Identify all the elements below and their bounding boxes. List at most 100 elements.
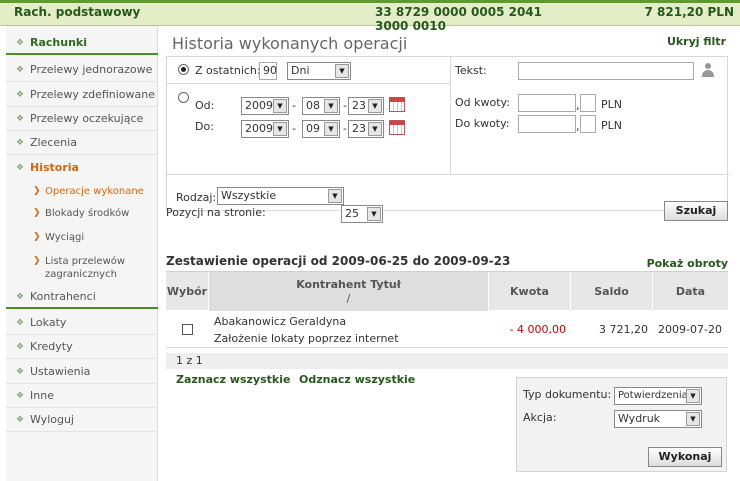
per-page-select[interactable]: 25 ▼	[341, 205, 383, 223]
currency-label: PLN	[601, 98, 622, 111]
triangle-down-icon: ▼	[686, 412, 700, 426]
date-separator: -	[292, 122, 296, 135]
account-type[interactable]: Rach. podstawowy	[14, 5, 140, 19]
header-strip	[0, 0, 740, 3]
amount-to-whole-input[interactable]	[518, 115, 576, 133]
amount-to-label: Do kwoty:	[455, 117, 510, 130]
text-label: Tekst:	[455, 64, 487, 77]
row-amount: - 4 000,00	[509, 323, 566, 336]
table-row[interactable]: Abakanowicz Geraldyna Założenie lokaty p…	[166, 310, 728, 348]
action-select[interactable]: Wydruk ▼	[614, 410, 702, 428]
select-all-link[interactable]: Zaznacz wszystkie	[176, 373, 290, 386]
sidebar-item-label: Inne	[30, 389, 54, 402]
account-header: Rach. podstawowy 33 8729 0000 0005 2041 …	[0, 0, 740, 33]
deselect-all-link[interactable]: Odznacz wszystkie	[299, 373, 415, 386]
sidebar-item-inne[interactable]: ❖ Inne	[6, 384, 158, 408]
triangle-down-icon: ▼	[273, 99, 287, 113]
show-turnover-link[interactable]: Pokaż obroty	[647, 257, 728, 270]
from-month-select[interactable]: 08 ▼	[302, 97, 340, 115]
filter-panel: Z ostatnich: 90 Dni ▼ Od: Do: 2009 ▼ - 0…	[166, 56, 729, 211]
sidebar-item-historia[interactable]: ❖ Historia	[6, 156, 158, 180]
column-counterparty[interactable]: Kontrahent Tytuł /	[208, 272, 488, 311]
triangle-down-icon: ▼	[324, 122, 338, 136]
sidebar-item-wyloguj[interactable]: ❖ Wyloguj	[6, 408, 158, 432]
row-select-checkbox[interactable]	[182, 324, 193, 335]
summary-title: Zestawienie operacji od 2009-06-25 do 20…	[166, 254, 511, 268]
sidebar-subitem-label: Blokady środków	[45, 208, 130, 219]
person-icon[interactable]	[701, 63, 715, 77]
calendar-icon[interactable]	[389, 120, 405, 135]
sidebar-item-label: Ustawienia	[30, 365, 91, 378]
column-date[interactable]: Data	[652, 272, 728, 311]
calendar-icon[interactable]	[389, 97, 405, 112]
from-year-select[interactable]: 2009 ▼	[241, 97, 289, 115]
period-unit-value: Dni	[291, 64, 310, 77]
column-balance[interactable]: Saldo	[570, 272, 652, 311]
per-page-label: Pozycji na stronie:	[166, 206, 266, 219]
sidebar-item-label: Kontrahenci	[30, 290, 96, 303]
date-from-label: Od:	[195, 99, 215, 112]
sidebar-subitem-blokady[interactable]: ❯ Blokady środków	[6, 207, 158, 220]
amount-to-decimal-input[interactable]	[580, 115, 596, 133]
sidebar-subitem-wyciagi[interactable]: ❯ Wyciągi	[6, 231, 158, 244]
sidebar-item-label: Przelewy zdefiniowane	[30, 88, 156, 101]
amount-from-decimal-input[interactable]	[580, 94, 596, 112]
chevron-right-icon: ❖	[16, 292, 25, 302]
column-amount[interactable]: Kwota	[488, 272, 570, 311]
execute-button[interactable]: Wykonaj	[648, 447, 722, 467]
amount-from-whole-input[interactable]	[518, 94, 576, 112]
sidebar-item-ustawienia[interactable]: ❖ Ustawienia	[6, 360, 158, 384]
chevron-right-icon: ❖	[16, 138, 25, 148]
hide-filter-link[interactable]: Ukryj filtr	[667, 35, 726, 48]
chevron-right-icon: ❖	[16, 391, 25, 401]
chevron-right-icon: ❯	[33, 208, 41, 218]
sidebar-item-zlecenia[interactable]: ❖ Zlecenia	[6, 131, 158, 155]
page-title: Historia wykonanych operacji	[172, 34, 408, 53]
sidebar-item-label: Rachunki	[30, 36, 87, 49]
to-year-select[interactable]: 2009 ▼	[241, 120, 289, 138]
sidebar-item-kontrahenci[interactable]: ❖ Kontrahenci	[6, 285, 158, 309]
sidebar-subitem-operacje-wykonane[interactable]: ❯ Operacje wykonane	[6, 185, 158, 198]
chevron-right-icon: ❖	[16, 415, 25, 425]
sidebar-subitem-label: Wyciągi	[45, 232, 85, 243]
sidebar-item-label: Wyloguj	[30, 413, 74, 426]
sidebar-subitem-lista-przelewow[interactable]: ❯ Lista przelewów zagranicznych	[6, 255, 141, 281]
last-days-label: Z ostatnich:	[195, 64, 261, 77]
date-separator: -	[292, 99, 296, 112]
row-counterparty: Abakanowicz Geraldyna	[214, 315, 347, 328]
from-month-value: 08	[306, 99, 320, 112]
from-day-select[interactable]: 23 ▼	[348, 97, 384, 115]
sidebar-item-rachunki[interactable]: ❖ Rachunki	[6, 31, 158, 55]
row-date: 2009-07-20	[658, 323, 722, 336]
chevron-right-icon: ❯	[33, 232, 41, 242]
sidebar-item-label: Lokaty	[30, 316, 67, 329]
type-select[interactable]: Wszystkie ▼	[217, 187, 344, 205]
amount-from-label: Od kwoty:	[455, 96, 510, 109]
radio-date-range[interactable]	[178, 92, 189, 103]
search-button[interactable]: Szukaj	[664, 201, 728, 221]
date-to-label: Do:	[195, 120, 214, 133]
from-year-value: 2009	[245, 99, 273, 112]
doc-type-label: Typ dokumentu:	[523, 388, 612, 401]
chevron-right-icon: ❖	[16, 114, 25, 124]
chevron-right-icon: ❖	[16, 163, 25, 173]
period-unit-select[interactable]: Dni ▼	[287, 62, 351, 80]
radio-last-days[interactable]	[178, 64, 189, 75]
doc-type-select[interactable]: Potwierdzenia ▼	[614, 387, 702, 405]
last-days-input[interactable]: 90	[259, 62, 277, 80]
sidebar-item-kredyty[interactable]: ❖ Kredyty	[6, 335, 158, 359]
sidebar-subitem-label: Lista przelewów zagranicznych	[45, 256, 126, 280]
sidebar-item-przelewy-jednorazowe[interactable]: ❖ Przelewy jednorazowe	[6, 58, 158, 82]
chevron-right-icon: ❯	[33, 186, 41, 196]
to-day-select[interactable]: 23 ▼	[348, 120, 384, 138]
divider	[450, 57, 451, 174]
chevron-right-icon: ❖	[16, 65, 25, 75]
triangle-down-icon: ▼	[686, 389, 700, 403]
column-counterparty-label: Kontrahent Tytuł	[296, 278, 401, 291]
sidebar-item-przelewy-zdefiniowane[interactable]: ❖ Przelewy zdefiniowane	[6, 83, 158, 107]
sidebar-item-lokaty[interactable]: ❖ Lokaty	[6, 311, 158, 335]
to-month-select[interactable]: 09 ▼	[302, 120, 340, 138]
text-search-input[interactable]	[518, 62, 694, 80]
sidebar-item-przelewy-oczekujace[interactable]: ❖ Przelewy oczekujące	[6, 107, 158, 131]
from-day-value: 23	[352, 99, 366, 112]
